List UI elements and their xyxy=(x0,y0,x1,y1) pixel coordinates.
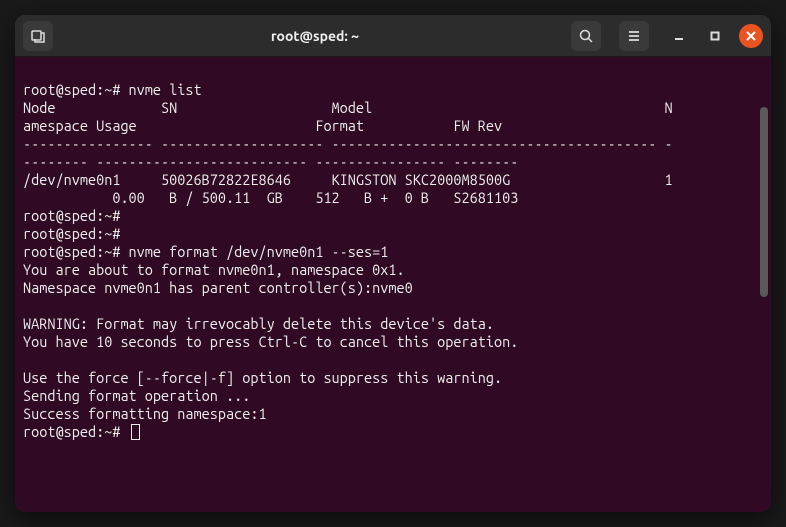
terminal-line: Use the force [--force|-f] option to sup… xyxy=(23,369,502,386)
terminal-line: -------- -------------------------- ----… xyxy=(23,153,518,170)
new-tab-button[interactable] xyxy=(23,21,53,51)
scrollbar[interactable] xyxy=(760,107,768,297)
terminal-line: You are about to format nvme0n1, namespa… xyxy=(23,261,405,278)
terminal-prompt: root@sped:~# xyxy=(23,423,129,440)
cursor xyxy=(131,424,140,440)
search-button[interactable] xyxy=(571,21,601,51)
terminal-window: root@sped: ~ xyxy=(15,15,771,512)
close-icon xyxy=(746,31,756,41)
maximize-icon xyxy=(710,31,720,41)
terminal-line: Success formatting namespace:1 xyxy=(23,405,267,422)
window-title: root@sped: ~ xyxy=(59,28,571,44)
terminal-line: Sending format operation ... xyxy=(23,387,250,404)
terminal-line: root@sped:~# xyxy=(23,207,129,224)
terminal-line: ---------------- -------------------- --… xyxy=(23,135,673,152)
new-tab-icon xyxy=(30,28,46,44)
terminal-line: Node SN Model N xyxy=(23,99,673,116)
terminal-output[interactable]: root@sped:~# nvme list Node SN Model N a… xyxy=(15,57,771,512)
titlebar: root@sped: ~ xyxy=(15,15,771,57)
terminal-line: Namespace nvme0n1 has parent controller(… xyxy=(23,279,413,296)
terminal-line: root@sped:~# nvme format /dev/nvme0n1 --… xyxy=(23,243,388,260)
terminal-line: /dev/nvme0n1 50026B72822E8646 KINGSTON S… xyxy=(23,171,673,188)
terminal-line: You have 10 seconds to press Ctrl-C to c… xyxy=(23,333,518,350)
search-icon xyxy=(578,28,594,44)
terminal-line: WARNING: Format may irrevocably delete t… xyxy=(23,315,494,332)
terminal-line: root@sped:~# xyxy=(23,225,129,242)
maximize-button[interactable] xyxy=(703,24,727,48)
terminal-line: amespace Usage Format FW Rev xyxy=(23,117,518,134)
minimize-button[interactable] xyxy=(667,24,691,48)
terminal-line: 0.00 B / 500.11 GB 512 B + 0 B S2681103 xyxy=(23,189,518,206)
terminal-line: root@sped:~# nvme list xyxy=(23,81,202,98)
menu-button[interactable] xyxy=(619,21,649,51)
hamburger-icon xyxy=(626,28,642,44)
minimize-icon xyxy=(674,31,684,41)
close-button[interactable] xyxy=(739,24,763,48)
